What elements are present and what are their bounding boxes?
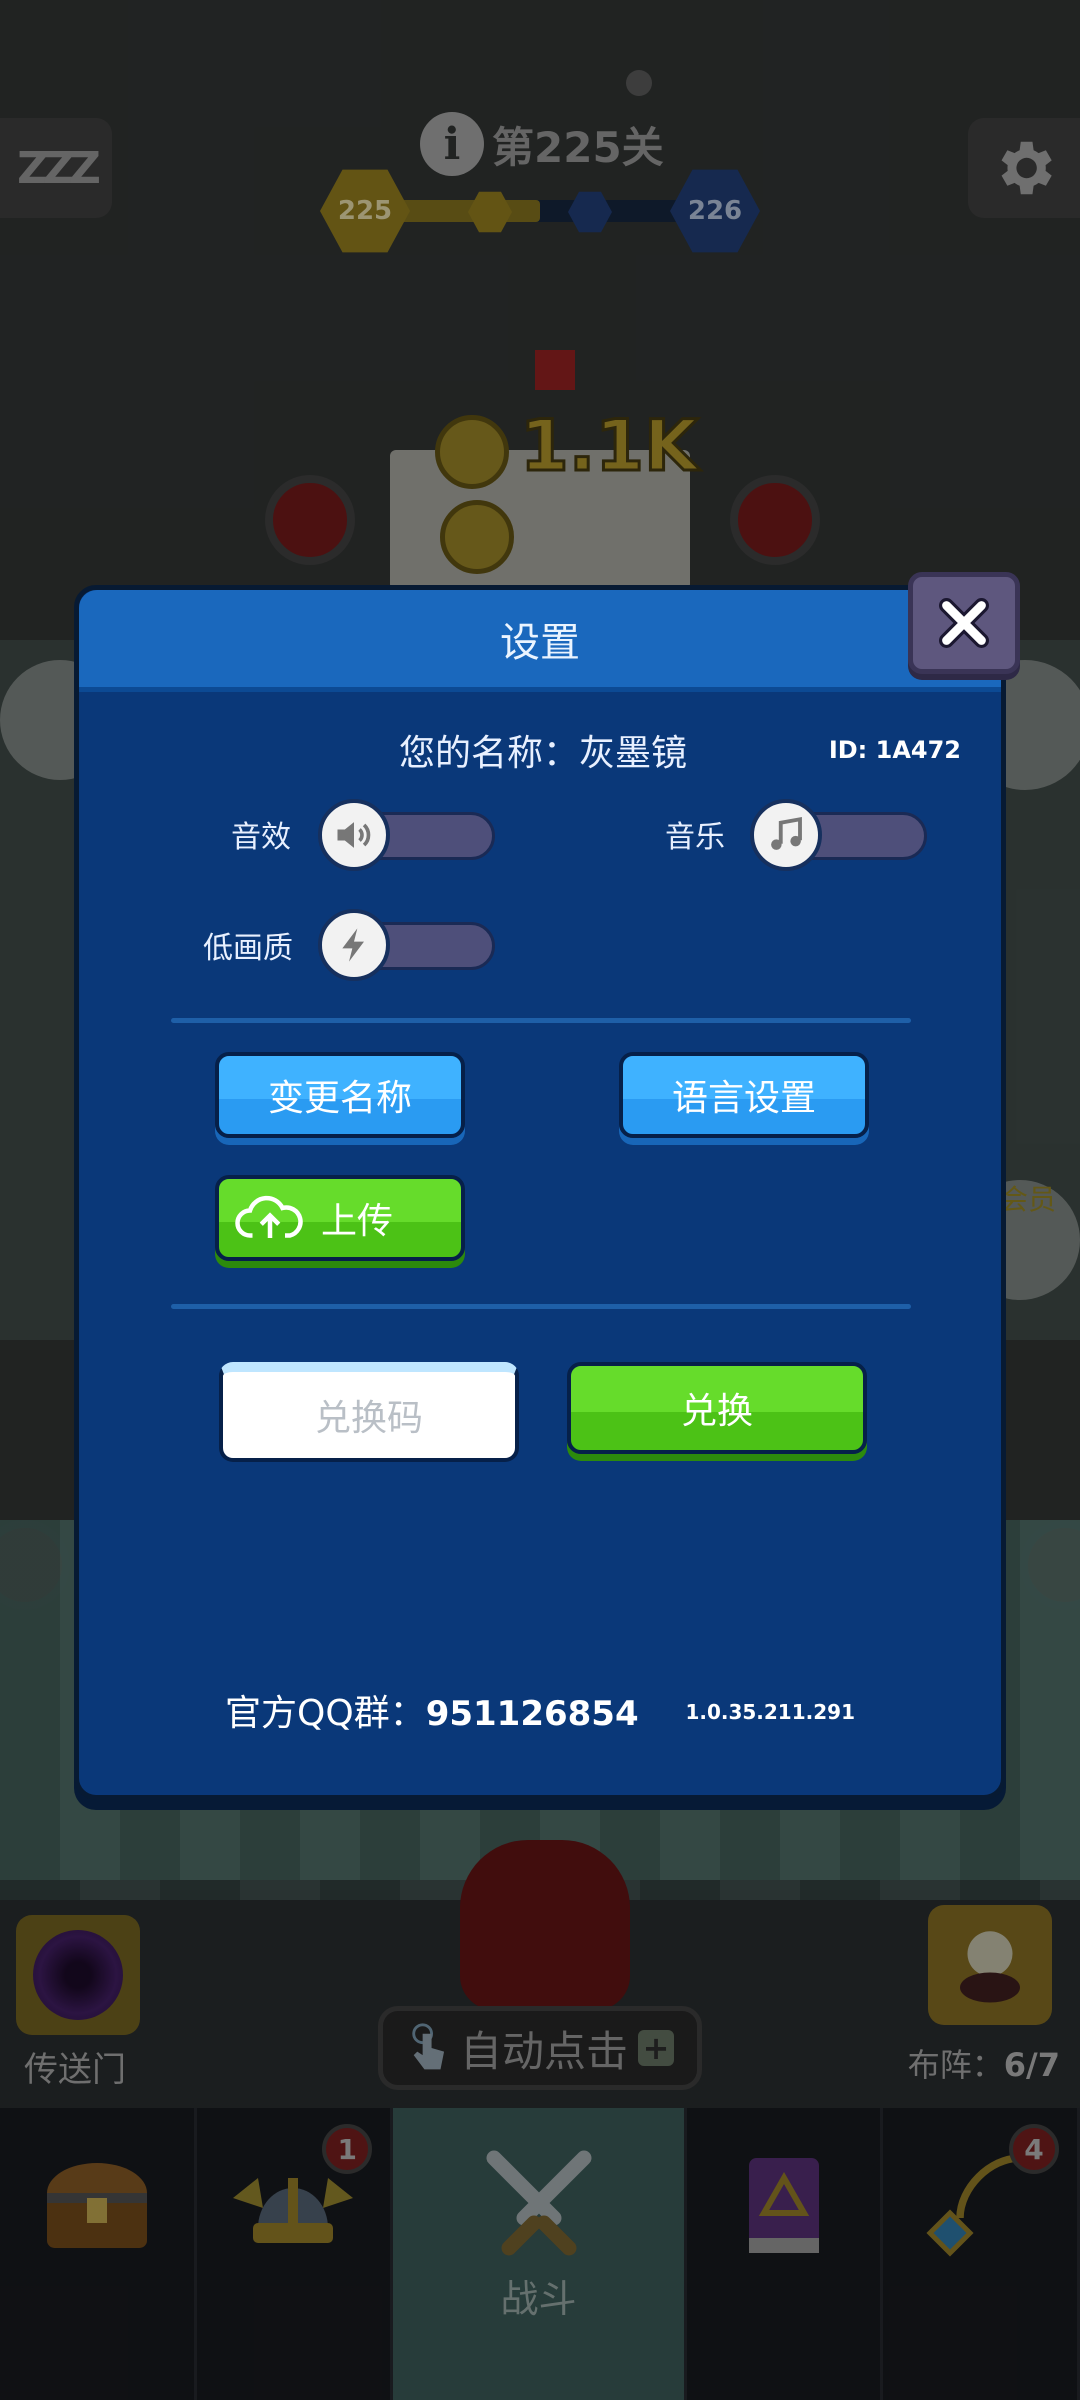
speaker-icon <box>337 822 371 848</box>
language-settings-button[interactable]: 语言设置 <box>619 1052 869 1138</box>
divider <box>171 1018 911 1023</box>
version-label: 1.0.35.211.291 <box>685 1700 855 1724</box>
redeem-code-input[interactable]: 兑换码 <box>219 1362 519 1462</box>
close-icon <box>939 598 989 648</box>
sound-toggle[interactable] <box>318 799 495 871</box>
player-name: 您的名称：灰墨镜 <box>399 733 688 774</box>
change-name-label: 变更名称 <box>267 1078 412 1119</box>
sound-label: 音效 <box>231 820 291 855</box>
qq-group-line: 官方QQ群：951126854 <box>225 1684 639 1736</box>
change-name-button[interactable]: 变更名称 <box>215 1052 465 1138</box>
settings-dialog: 设置 您的名称：灰墨镜 ID: 1A472 音效 音乐 低画质 变更名称 语言设… <box>74 585 1006 1800</box>
redeem-button[interactable]: 兑换 <box>567 1362 867 1454</box>
qq-group-label: 官方QQ群： <box>225 1693 426 1734</box>
music-label: 音乐 <box>665 820 725 855</box>
knob <box>318 799 390 871</box>
low-quality-label: 低画质 <box>203 931 293 966</box>
music-toggle[interactable] <box>750 799 927 871</box>
music-note-icon <box>771 816 802 850</box>
low-quality-toggle[interactable] <box>318 909 495 981</box>
redeem-button-label: 兑换 <box>680 1391 753 1432</box>
lightning-icon <box>342 928 364 962</box>
player-id: ID: 1A472 <box>828 736 961 764</box>
language-settings-label: 语言设置 <box>671 1078 816 1119</box>
dialog-title: 设置 <box>500 619 580 666</box>
qq-group-number: 951126854 <box>425 1694 639 1734</box>
knob <box>318 909 390 981</box>
close-button[interactable] <box>908 572 1020 674</box>
upload-label: 上传 <box>321 1201 394 1242</box>
knob <box>750 799 822 871</box>
cloud-upload-icon <box>235 1195 303 1238</box>
divider <box>171 1304 911 1309</box>
dialog-header: 设置 <box>79 590 1001 692</box>
upload-button[interactable]: 上传 <box>215 1175 465 1261</box>
